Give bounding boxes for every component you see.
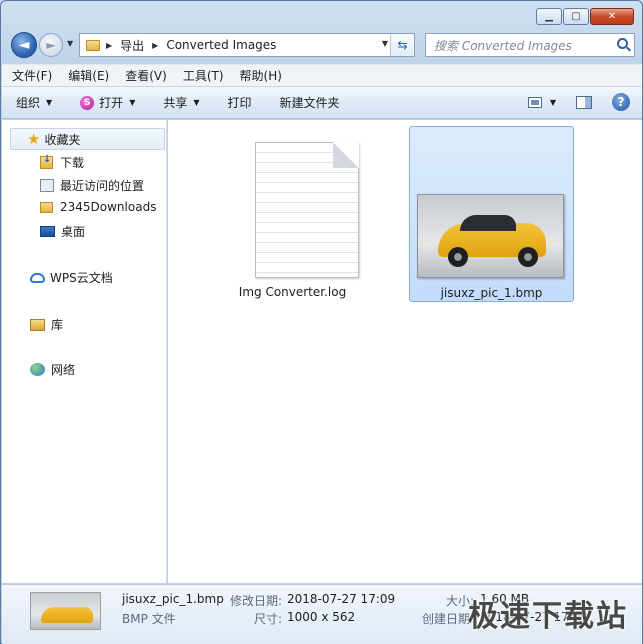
file-name: jisuxz_pic_1.bmp [440,286,543,300]
menu-bar: 文件(F) 编辑(E) 查看(V) 工具(T) 帮助(H) [2,64,642,86]
sidebar-item-2345downloads[interactable]: 2345Downloads [40,200,156,214]
forward-button[interactable]: ► [39,33,63,57]
details-dimensions-value: 1000 x 562 [287,610,356,624]
library-icon [30,318,45,331]
sidebar-item-network[interactable]: 网络 [30,361,75,378]
menu-edit[interactable]: 编辑(E) [68,67,109,84]
help-icon[interactable]: ? [612,93,630,111]
details-modified-value: 2018-07-27 17:09 [287,592,396,606]
details-thumbnail [30,592,101,630]
chevron-down-icon: ▼ [129,98,136,107]
details-created-label: 创建日期: [422,612,475,626]
sidebar-item-desktop[interactable]: 桌面 [40,223,85,240]
view-options-chevron-icon[interactable]: ▼ [550,98,556,107]
file-item[interactable]: jisuxz_pic_1.bmp [409,126,574,302]
print-button[interactable]: 打印 [228,94,252,111]
share-label: 共享 [163,96,188,110]
breadcrumb-segment-converted-images[interactable]: Converted Images [166,38,276,52]
command-bar: 组织 ▼ S 打开 ▼ 共享 ▼ 打印 新建文件夹 ▼ ? [2,86,642,119]
breadcrumb-segment-export[interactable]: 导出 [120,37,144,54]
cloud-icon [30,272,45,283]
sidebar-item-downloads[interactable]: 下载 [40,154,84,171]
navigation-pane: ★ 收藏夹 下载 最近访问的位置 2345Downloads 桌面 WPS云文档… [2,120,167,583]
sidebar-item-label: 下载 [60,156,85,170]
sidebar-item-recent[interactable]: 最近访问的位置 [40,177,144,194]
change-view-icon[interactable] [527,96,542,108]
image-thumbnail [417,194,564,278]
folder-icon [40,201,53,213]
minimize-button[interactable]: ▁ [536,8,562,25]
address-bar[interactable]: ▶ 导出 ▶ Converted Images ▼ ⇆ [79,33,415,57]
menu-view[interactable]: 查看(V) [125,67,167,84]
chevron-down-icon: ▼ [46,98,53,107]
caption-buttons: ▁ ▢ ✕ [535,8,634,25]
preview-pane-icon[interactable] [576,95,592,109]
search-box[interactable]: 搜索 Converted Images [425,33,635,57]
new-folder-label: 新建文件夹 [279,96,340,110]
menu-file[interactable]: 文件(F) [12,67,52,84]
breadcrumb-chevron-icon[interactable]: ▶ [106,41,112,50]
sidebar-item-label: 桌面 [61,225,86,239]
chevron-down-icon: ▼ [193,98,200,107]
sidebar-item-libraries[interactable]: 库 [30,316,63,333]
refresh-icon: ⇆ [397,38,408,52]
organize-label: 组织 [16,96,41,110]
file-item[interactable]: Img Converter.log [210,126,375,302]
sidebar-item-wps[interactable]: WPS云文档 [30,269,113,286]
sidebar-item-favorites[interactable]: ★ 收藏夹 [10,128,165,150]
forward-arrow-icon: ► [46,38,56,52]
folder-icon [86,39,100,51]
file-list: Img Converter.log jisuxz_pic_1.bmp [168,120,642,583]
details-dimensions-label: 尺寸: [254,612,283,626]
sidebar-item-label: 收藏夹 [44,132,81,147]
explorer-window: ▁ ▢ ✕ ◄ ► ▼ ▶ 导出 ▶ Converted Images ▼ ⇆ … [0,0,643,644]
refresh-button[interactable]: ⇆ [390,34,414,56]
details-filetype: BMP 文件 [122,612,176,626]
open-app-icon: S [80,95,95,110]
print-label: 打印 [227,96,252,110]
view-tools: ▼ ? [527,93,630,111]
back-arrow-icon: ◄ [18,37,30,53]
back-button[interactable]: ◄ [11,32,37,58]
text-file-icon [255,142,359,278]
organize-button[interactable]: 组织 ▼ [16,94,52,111]
open-button[interactable]: S 打开 ▼ [80,94,135,111]
close-button[interactable]: ✕ [590,8,634,25]
menu-tools[interactable]: 工具(T) [183,67,224,84]
sidebar-item-label: WPS云文档 [50,271,113,285]
search-input[interactable]: 搜索 Converted Images [434,37,572,54]
sidebar-item-label: 最近访问的位置 [60,179,145,193]
star-icon: ★ [27,130,41,148]
recent-pages-dropdown-icon[interactable]: ▼ [67,39,73,48]
details-filename: jisuxz_pic_1.bmp [122,592,224,606]
sidebar-item-label: 库 [51,318,64,332]
share-button[interactable]: 共享 ▼ [163,94,199,111]
network-icon [30,363,45,376]
search-icon[interactable] [617,38,628,49]
recent-places-icon [40,179,54,192]
downloads-folder-icon [40,154,53,169]
details-modified-label: 修改日期: [230,594,283,608]
file-name: Img Converter.log [238,285,347,299]
breadcrumb-chevron-icon[interactable]: ▶ [152,41,158,50]
watermark: 极速下载站 [468,599,628,634]
sidebar-item-label: 网络 [51,363,76,377]
open-label: 打开 [99,96,124,110]
new-folder-button[interactable]: 新建文件夹 [280,94,340,111]
menu-help[interactable]: 帮助(H) [240,67,282,84]
desktop-icon [40,226,55,237]
sidebar-item-label: 2345Downloads [60,200,157,214]
address-dropdown-icon[interactable]: ▼ [382,39,388,48]
maximize-button[interactable]: ▢ [563,8,589,25]
